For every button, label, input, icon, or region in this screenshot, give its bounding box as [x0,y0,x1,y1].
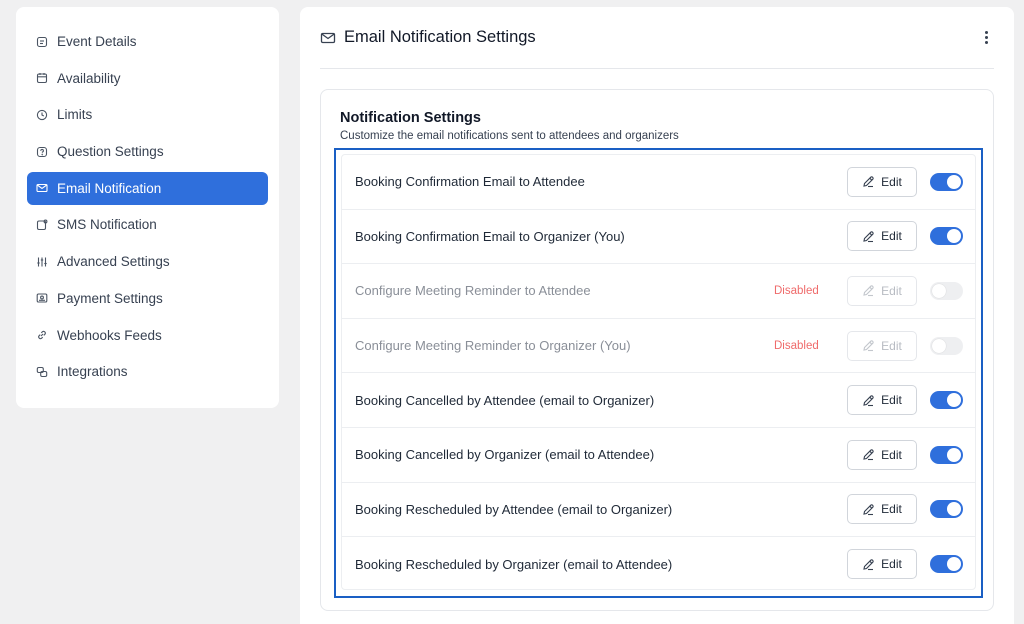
sidebar-item-sms-notification[interactable]: SMS Notification [27,208,268,241]
notification-label: Booking Cancelled by Organizer (email to… [355,447,655,463]
notification-label: Booking Confirmation Email to Organizer … [355,228,625,244]
sidebar-item-label: Limits [57,107,93,123]
pencil-icon [862,503,881,516]
edit-button-label: Edit [881,338,902,353]
sidebar-item-label: Advanced Settings [57,254,170,270]
sms-icon [36,219,48,230]
sidebar-item-label: Email Notification [57,180,162,196]
page-title: Email Notification Settings [344,28,536,46]
notification-toggle[interactable] [930,500,963,519]
notification-row: Booking Rescheduled by Attendee (email t… [342,483,975,538]
sidebar-item-advanced-settings[interactable]: Advanced Settings [27,245,268,278]
sidebar-item-limits[interactable]: Limits [27,98,268,131]
edit-button-label: Edit [881,229,902,244]
edit-button-label: Edit [881,557,902,572]
calendar-details-icon [36,36,48,47]
status-badge: Disabled [774,339,819,352]
notification-row: Booking Confirmation Email to Organizer … [342,210,975,265]
pencil-icon [862,230,881,243]
notification-list: Booking Confirmation Email to Attendee Ed… [341,154,976,590]
notification-toggle[interactable] [930,281,963,300]
notification-toggle[interactable] [930,391,963,410]
sidebar-item-email-notification[interactable]: Email Notification [27,171,268,205]
page-header: Email Notification Settings [320,7,994,69]
pencil-icon [862,284,881,297]
mail-icon [36,184,48,193]
notification-row: Booking Cancelled by Organizer (email to… [342,428,975,483]
toggle-knob [947,502,961,517]
notification-toggle[interactable] [930,172,963,191]
status-badge: Disabled [774,284,819,297]
pencil-icon [862,394,881,407]
question-icon [36,146,48,157]
sliders-icon [37,257,47,267]
kebab-menu-icon[interactable] [978,30,994,46]
edit-button-label: Edit [881,502,902,517]
toggle-knob [932,338,946,353]
notification-row: Configure Meeting Reminder to Organizer … [342,319,975,374]
integrations-icon [36,366,48,377]
notification-toggle[interactable] [930,445,963,464]
pencil-icon [862,448,881,461]
notification-label: Booking Rescheduled by Organizer (email … [355,556,673,572]
notification-list-highlight: Booking Confirmation Email to Attendee Ed… [334,148,983,598]
toggle-knob [932,283,946,298]
notification-label: Configure Meeting Reminder to Attendee [355,283,591,299]
edit-button[interactable]: Edit [847,385,917,416]
toggle-knob [947,229,961,244]
sidebar-item-label: SMS Notification [57,217,157,233]
link-icon [38,330,46,340]
notification-toggle[interactable] [930,227,963,246]
sidebar-item-question-settings[interactable]: Question Settings [27,135,268,168]
pencil-icon [862,558,881,571]
calendar-icon [36,73,48,84]
sidebar-item-label: Availability [57,70,121,86]
pencil-icon [862,175,881,188]
sidebar-item-event-details[interactable]: Event Details [27,25,268,58]
notification-label: Booking Rescheduled by Attendee (email t… [355,501,673,517]
notification-row: Configure Meeting Reminder to Attendee Di… [342,264,975,319]
edit-button[interactable]: Edit [847,275,917,306]
toggle-knob [947,393,961,408]
edit-button[interactable]: Edit [847,439,917,470]
toggle-knob [947,557,961,572]
notification-row: Booking Rescheduled by Organizer (email … [342,537,975,592]
edit-button[interactable]: Edit [847,330,917,361]
toggle-knob [947,447,961,462]
notification-row: Booking Cancelled by Attendee (email to … [342,373,975,428]
edit-button-label: Edit [881,393,902,408]
sidebar-item-label: Payment Settings [57,290,163,306]
edit-button-label: Edit [881,174,902,189]
edit-button-label: Edit [881,447,902,462]
sidebar-item-payment-settings[interactable]: Payment Settings [27,282,268,315]
mail-icon [320,32,336,43]
payment-card-icon [36,293,48,303]
notification-row: Booking Confirmation Email to Attendee Ed… [342,155,975,210]
edit-button[interactable]: Edit [847,549,917,580]
notification-toggle[interactable] [930,555,963,574]
sidebar: Event Details Availability Limits Questi… [16,7,279,408]
edit-button[interactable]: Edit [847,166,917,197]
clock-icon [36,109,48,121]
sidebar-item-label: Webhooks Feeds [57,327,162,343]
toggle-knob [947,174,961,189]
sidebar-item-webhooks-feeds[interactable]: Webhooks Feeds [27,319,268,352]
sidebar-item-label: Integrations [57,364,128,380]
main-panel: Email Notification Settings Notification… [300,7,1014,624]
notification-settings-card: Notification Settings Customize the emai… [320,89,994,611]
notification-label: Booking Confirmation Email to Attendee [355,174,585,190]
notification-toggle[interactable] [930,336,963,355]
card-title: Notification Settings [340,110,481,126]
card-subtitle: Customize the email notifications sent t… [340,130,679,142]
sidebar-item-label: Event Details [57,34,137,49]
edit-button[interactable]: Edit [847,221,917,252]
edit-button[interactable]: Edit [847,494,917,525]
sidebar-item-label: Question Settings [57,144,164,160]
sidebar-item-integrations[interactable]: Integrations [27,355,268,388]
edit-button-label: Edit [881,283,902,298]
notification-label: Configure Meeting Reminder to Organizer … [355,338,631,354]
sidebar-item-availability[interactable]: Availability [27,62,268,95]
pencil-icon [862,339,881,352]
notification-label: Booking Cancelled by Attendee (email to … [355,392,655,408]
